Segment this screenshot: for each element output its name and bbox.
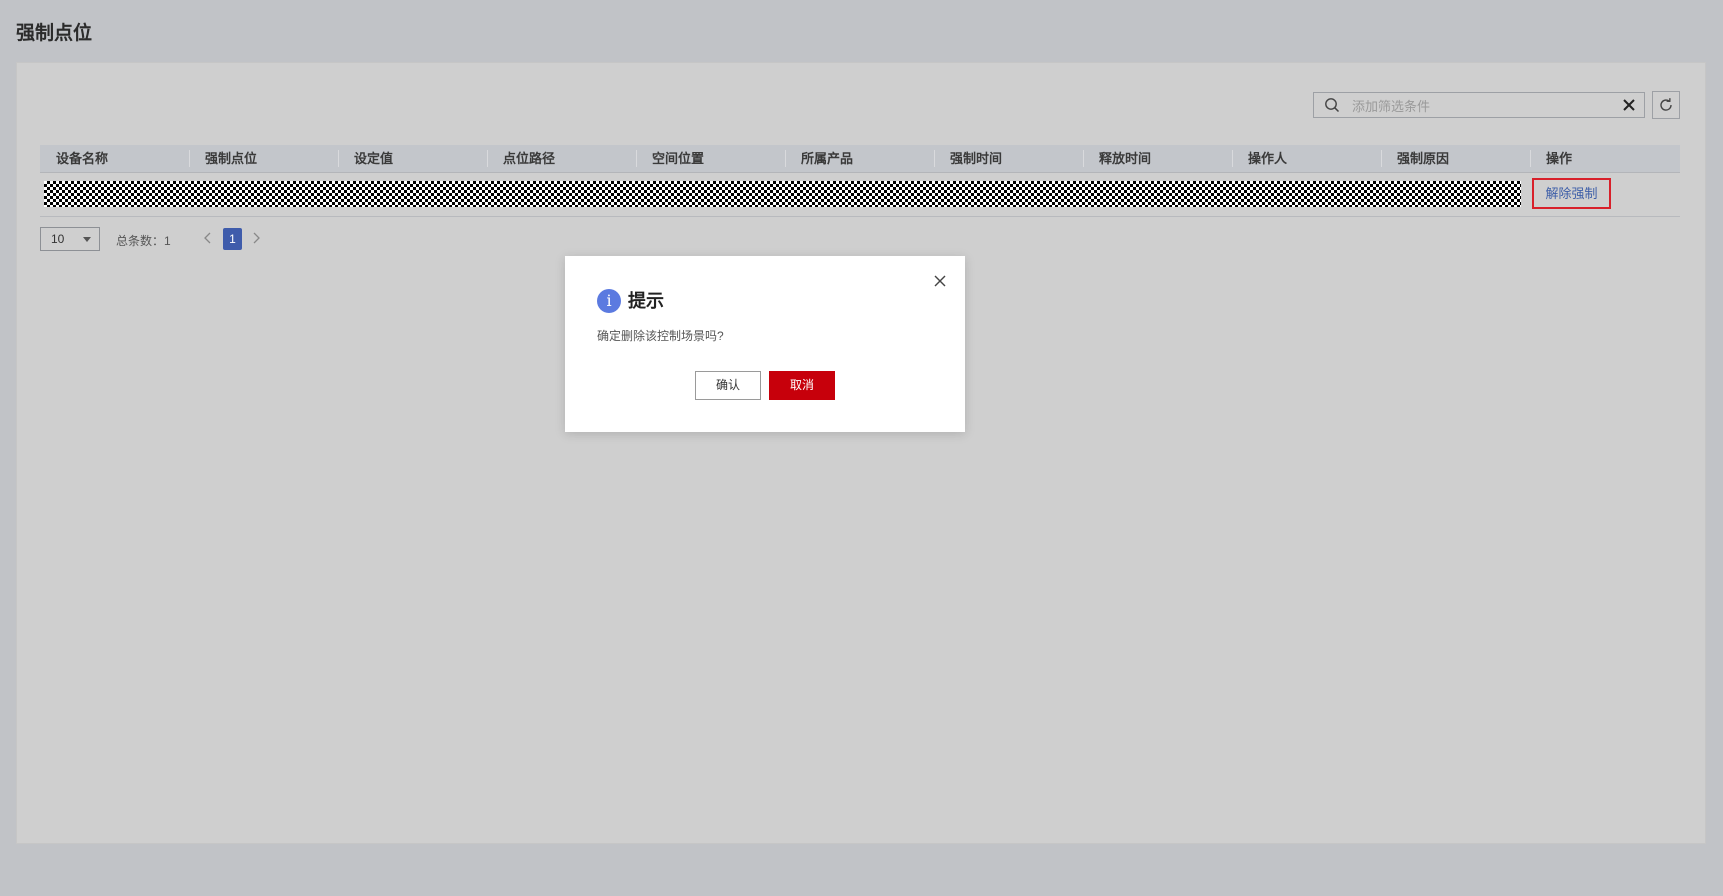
column-header: 释放时间 [1099,151,1152,166]
release-force-button[interactable]: 解除强制 [1532,178,1611,209]
column-header: 点位路径 [503,151,556,166]
page-size-value: 10 [51,232,65,246]
page-title: 强制点位 [16,23,93,44]
column-header: 操作 [1546,151,1573,166]
refresh-button[interactable] [1652,91,1680,119]
close-icon[interactable] [933,274,947,288]
column-header: 强制点位 [205,151,258,166]
chevron-left-icon[interactable] [201,229,215,247]
page-number-current[interactable]: 1 [223,228,242,250]
chevron-down-icon [83,237,91,242]
table-row: 解除强制 [40,173,1680,217]
page-size-select[interactable]: 10 [40,227,100,251]
filter-search-box[interactable] [1313,92,1645,118]
total-count: 总条数：1 [116,234,171,248]
cancel-button[interactable]: 取消 [769,371,835,400]
table-header: 设备名称 强制点位 设定值 点位路径 空间位置 所属产品 强制时间 释放时间 操… [40,145,1680,173]
dialog-message: 确定删除该控制场景吗? [597,329,724,343]
column-header: 设备名称 [56,151,109,166]
search-icon [1325,98,1340,113]
column-header: 所属产品 [801,151,854,166]
column-header: 强制原因 [1397,151,1450,166]
refresh-icon [1660,98,1672,111]
column-header: 空间位置 [652,151,705,166]
column-header: 操作人 [1248,151,1288,166]
redacted-row-content [44,181,1521,207]
info-icon: i [597,289,621,313]
confirm-dialog: i 提示 确定删除该控制场景吗? 确认 取消 [565,256,965,432]
filter-search-input[interactable] [1350,95,1604,117]
chevron-right-icon[interactable] [249,229,263,247]
clear-icon[interactable] [1620,96,1638,114]
column-header: 强制时间 [950,151,1003,166]
column-header: 设定值 [354,151,394,166]
confirm-button[interactable]: 确认 [695,371,761,400]
dialog-title: 提示 [628,291,664,311]
